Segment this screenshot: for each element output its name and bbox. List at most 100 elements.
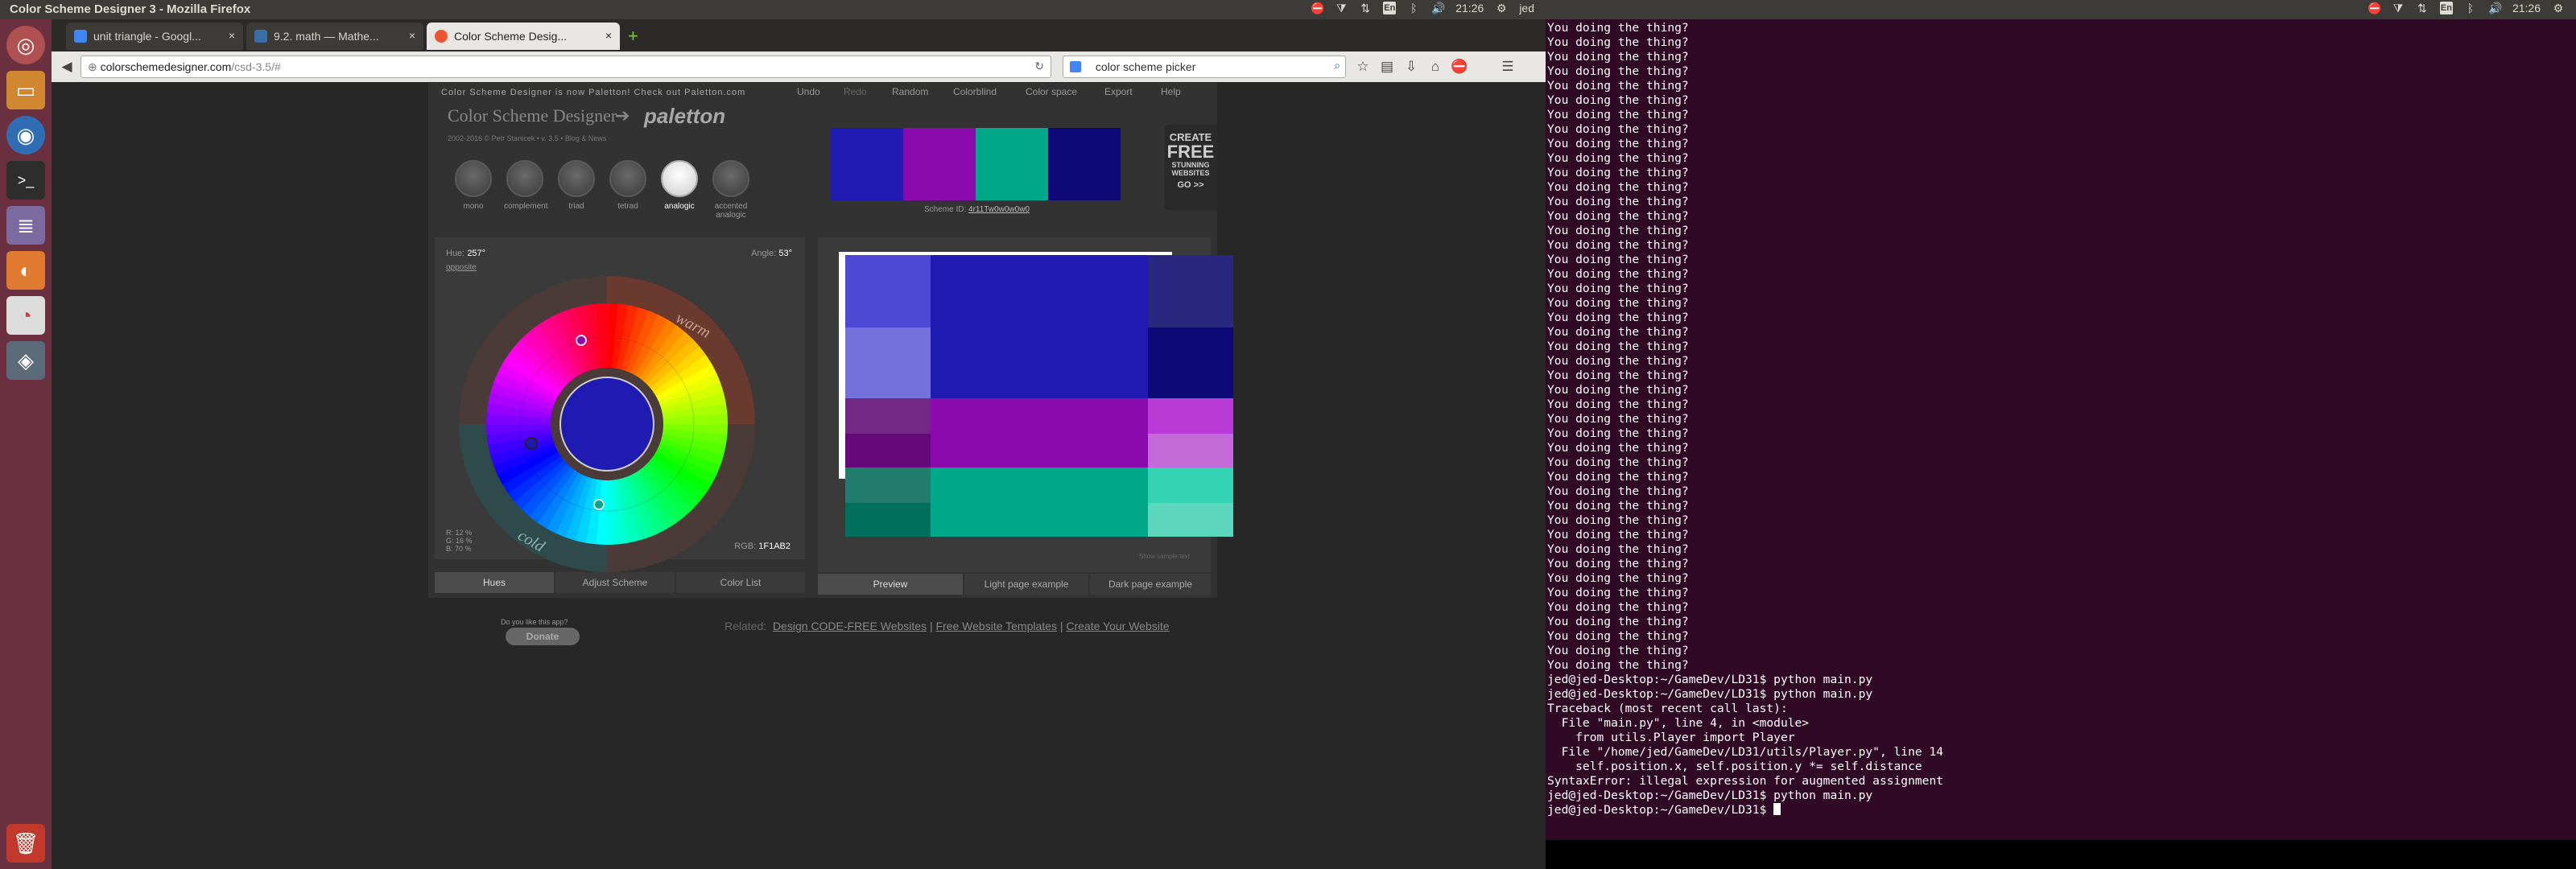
- app-icon[interactable]: ◐: [6, 251, 45, 290]
- text-editor-icon[interactable]: ≣: [6, 206, 45, 245]
- harmony-tetrad[interactable]: tetrad: [607, 160, 649, 211]
- bookmark-star-icon[interactable]: ☆: [1354, 58, 1372, 76]
- swatch-purple-darker[interactable]: [845, 434, 931, 467]
- donate-button[interactable]: Donate: [506, 628, 580, 645]
- menu-random[interactable]: Random: [892, 86, 928, 97]
- menu-icon[interactable]: ☰: [1499, 58, 1517, 76]
- show-sample-text[interactable]: Show sample text: [1139, 553, 1190, 560]
- app-icon-2[interactable]: ◈: [6, 341, 45, 380]
- tab-dark-page[interactable]: Dark page example: [1090, 574, 1211, 595]
- download-icon[interactable]: ⇩: [1402, 58, 1420, 76]
- opposite-link[interactable]: opposite: [446, 263, 477, 272]
- handle-secondary-2[interactable]: [593, 499, 605, 510]
- harmony-mono[interactable]: mono: [452, 160, 494, 211]
- network-icon[interactable]: ⇅: [1359, 2, 1372, 14]
- disk-usage-icon[interactable]: ◔: [6, 296, 45, 335]
- close-icon[interactable]: ×: [229, 29, 235, 42]
- menu-redo[interactable]: Redo: [844, 86, 867, 97]
- search-input[interactable]: color scheme picker ⌕: [1063, 56, 1346, 78]
- url-bar[interactable]: ⊕ colorschemedesigner.com/csd-3.5/# ↻: [80, 56, 1051, 78]
- credits: 2002-2016 © Petr Stanicek • v. 3.5 • Blo…: [448, 134, 607, 142]
- swatch-primary-darker[interactable]: [1148, 327, 1233, 398]
- gear-icon[interactable]: ⚙: [2552, 2, 2565, 14]
- related-link-2[interactable]: Free Website Templates: [936, 620, 1057, 632]
- menu-color-space[interactable]: Color space: [1026, 86, 1077, 97]
- swatch-purple-lighter[interactable]: [1148, 434, 1233, 467]
- terminal-window[interactable]: You doing the thing? You doing the thing…: [1546, 19, 2576, 869]
- new-tab-button[interactable]: +: [625, 23, 647, 50]
- tab-color-list[interactable]: Color List: [676, 572, 805, 593]
- files-icon[interactable]: ▭: [6, 71, 45, 109]
- tab-python-docs[interactable]: 9.2. math — Mathe... ×: [246, 23, 423, 50]
- home-icon[interactable]: ⌂: [1426, 58, 1444, 76]
- related-link-1[interactable]: Design CODE-FREE Websites: [773, 620, 927, 632]
- handle-secondary-1[interactable]: [576, 335, 587, 346]
- clock[interactable]: 21:26: [2512, 2, 2541, 14]
- swatch-teal-lighter[interactable]: [1148, 503, 1233, 537]
- harmony-triad[interactable]: triad: [555, 160, 597, 211]
- swatch-teal-darker[interactable]: [845, 503, 931, 537]
- tab-hues[interactable]: Hues: [435, 572, 554, 593]
- knob-icon: [558, 160, 595, 197]
- firefox-icon[interactable]: ◉: [6, 116, 45, 154]
- swatch-purple-light[interactable]: [1148, 398, 1233, 434]
- close-icon[interactable]: ×: [409, 29, 415, 42]
- search-icon[interactable]: ⌕: [1334, 59, 1340, 72]
- knob-icon: [506, 160, 543, 197]
- tab-google[interactable]: unit triangle - Googl... ×: [66, 23, 243, 50]
- dropbox-icon[interactable]: ⧩: [1335, 2, 1348, 14]
- harmony-analogic[interactable]: analogic: [658, 160, 700, 211]
- handle-primary[interactable]: [525, 437, 538, 450]
- menu-help[interactable]: Help: [1161, 86, 1181, 97]
- gear-icon[interactable]: ⚙: [1495, 2, 1508, 14]
- swatch-primary-dark[interactable]: [1148, 255, 1233, 327]
- terminal-icon[interactable]: >_: [6, 161, 45, 200]
- power-error-icon[interactable]: ⛔: [2368, 2, 2381, 14]
- harmony-complement[interactable]: complement: [504, 160, 547, 211]
- keyboard-layout-indicator[interactable]: En: [1383, 2, 1397, 14]
- ad-banner[interactable]: CREATE FREE STUNNING WEBSITES GO >>: [1164, 125, 1217, 210]
- tab-light-page[interactable]: Light page example: [964, 574, 1088, 595]
- username[interactable]: jed: [1519, 2, 1534, 14]
- swatch-secondary-1[interactable]: [903, 128, 976, 200]
- swatch-purple-dark[interactable]: [845, 398, 931, 434]
- close-icon[interactable]: ×: [605, 29, 612, 42]
- scheme-id-value[interactable]: 4r11Tw0w0w0w0: [968, 205, 1030, 214]
- menu-export[interactable]: Export: [1104, 86, 1133, 97]
- menu-undo[interactable]: Undo: [797, 86, 820, 97]
- paletton-notice[interactable]: Color Scheme Designer is now Paletton! C…: [441, 88, 745, 97]
- swatch-secondary-2[interactable]: [976, 128, 1048, 200]
- swatch-purple-main[interactable]: [931, 398, 1148, 467]
- clock[interactable]: 21:26: [1455, 2, 1484, 14]
- reload-icon[interactable]: ↻: [1034, 60, 1044, 73]
- swatch-primary-light[interactable]: [845, 255, 931, 327]
- tab-adjust-scheme[interactable]: Adjust Scheme: [555, 572, 675, 593]
- bookmarks-list-icon[interactable]: ▤: [1378, 58, 1396, 76]
- keyboard-layout-indicator[interactable]: En: [2439, 2, 2453, 14]
- volume-icon[interactable]: 🔊: [2488, 2, 2502, 14]
- tab-preview[interactable]: Preview: [818, 574, 963, 595]
- swatch-teal-main[interactable]: [931, 467, 1148, 537]
- swatch-complement[interactable]: [1048, 128, 1121, 200]
- bluetooth-icon[interactable]: ᛒ: [2464, 2, 2477, 14]
- back-icon[interactable]: ◀: [58, 58, 76, 76]
- paletton-logo[interactable]: paletton: [644, 104, 725, 129]
- power-error-icon[interactable]: ⛔: [1311, 2, 1324, 14]
- dropbox-icon[interactable]: ⧩: [2392, 2, 2405, 14]
- bluetooth-icon[interactable]: ᛒ: [1407, 2, 1420, 14]
- trash-icon[interactable]: 🗑: [6, 824, 45, 863]
- volume-icon[interactable]: 🔊: [1431, 2, 1445, 14]
- swatch-teal-light[interactable]: [1148, 467, 1233, 503]
- tab-color-scheme[interactable]: Color Scheme Desig... ×: [427, 23, 620, 50]
- menu-colorblind[interactable]: Colorblind: [953, 86, 997, 97]
- network-icon[interactable]: ⇅: [2416, 2, 2429, 14]
- swatch-primary-lighter[interactable]: [845, 327, 931, 398]
- color-wheel[interactable]: warm cold: [457, 274, 757, 574]
- ubuntu-logo-icon[interactable]: ◎: [6, 26, 45, 64]
- harmony-accented-analogic[interactable]: accented analogic: [710, 160, 752, 220]
- swatch-primary-main[interactable]: [931, 255, 1148, 398]
- related-link-3[interactable]: Create Your Website: [1066, 620, 1169, 632]
- swatch-primary[interactable]: [831, 128, 903, 200]
- swatch-teal-dark[interactable]: [845, 467, 931, 503]
- adblock-icon[interactable]: ⛔: [1451, 58, 1468, 76]
